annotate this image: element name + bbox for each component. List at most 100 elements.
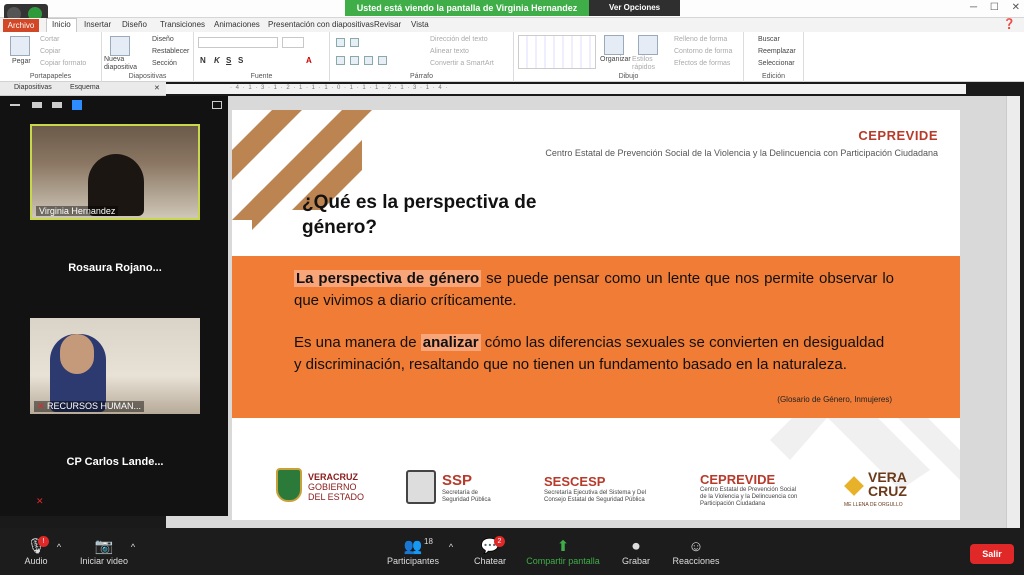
find-button[interactable]: Buscar <box>758 36 780 43</box>
underline-button[interactable]: S <box>226 56 231 65</box>
highlighted-term: La perspectiva de género <box>294 270 482 287</box>
vertical-scrollbar[interactable] <box>1006 96 1020 528</box>
logo-text: Seguridad Pública <box>442 497 491 503</box>
gallery-toolbar <box>6 100 222 114</box>
ruler-marks: · 4 · 1 · 3 · 1 · 2 · 1 · 1 · 1 · 0 · 1 … <box>230 85 449 91</box>
tab-diseno[interactable]: Diseño <box>122 20 147 29</box>
layout-button[interactable]: Diseño <box>152 36 174 43</box>
view-options-button[interactable]: Ver Opciones <box>589 0 680 16</box>
reactions-button[interactable]: ☺ Reacciones <box>668 538 724 566</box>
tab-animaciones[interactable]: Animaciones <box>214 20 260 29</box>
analysis-paragraph[interactable]: Es una manera de analizar cómo las difer… <box>294 332 894 376</box>
arrange-button[interactable]: Organizar <box>600 56 631 63</box>
replace-button[interactable]: Reemplazar <box>758 48 796 55</box>
text-direction-button[interactable]: Dirección del texto <box>430 36 488 43</box>
smartart-button[interactable]: Convertir a SmartArt <box>430 60 494 67</box>
video-button[interactable]: 📷 Iniciar video <box>76 538 132 566</box>
reactions-icon: ☺ <box>688 538 704 555</box>
tab-slides[interactable]: Diapositivas <box>14 84 52 91</box>
minimize-icon[interactable]: ─ <box>970 2 977 13</box>
screen: Usted está viendo la pantalla de Virgini… <box>0 0 1024 575</box>
logo-title: SESCESP <box>544 474 606 489</box>
chat-button[interactable]: 💬 2 Chatear <box>470 536 510 566</box>
shapes-gallery[interactable] <box>518 35 596 69</box>
align-center-icon[interactable] <box>350 56 359 65</box>
align-text-button[interactable]: Alinear texto <box>430 48 469 55</box>
exit-button[interactable]: Salir <box>970 544 1014 564</box>
format-painter-button[interactable]: Copiar formato <box>40 60 86 67</box>
window-controls: ─ ☐ ✕ <box>960 2 1020 13</box>
font-size-select[interactable] <box>282 37 304 48</box>
record-button[interactable]: ⏺ Grabar <box>616 538 656 566</box>
font-color-button[interactable]: A <box>306 56 312 65</box>
align-right-icon[interactable] <box>364 56 373 65</box>
participant-name[interactable]: CP Carlos Lande... <box>30 414 200 510</box>
section-button[interactable]: Sección <box>152 60 177 67</box>
participants-button[interactable]: 👥 18 Participantes <box>382 537 444 566</box>
shape-fill-button[interactable]: Relleno de forma <box>674 36 727 43</box>
close-icon[interactable]: ✕ <box>1012 2 1020 13</box>
logo-text: DEL ESTADO <box>308 492 365 502</box>
popout-icon[interactable] <box>212 101 222 109</box>
participant-tile[interactable]: Virginia Hernandez <box>30 124 200 220</box>
cut-button[interactable]: Cortar <box>40 36 59 43</box>
quick-styles-button[interactable]: Estilos rápidos <box>632 56 668 72</box>
tab-presentacion[interactable]: Presentación con diapositivas <box>268 20 374 29</box>
shadow-button[interactable]: S <box>238 56 243 65</box>
minimize-panel-icon[interactable] <box>10 104 20 106</box>
participant-tile[interactable]: ✕ RECURSOS HUMAN... <box>30 318 200 414</box>
logo-title: CRUZ <box>868 483 907 499</box>
gallery-view-icon[interactable] <box>72 100 82 110</box>
tab-file[interactable]: Archivo <box>3 19 39 32</box>
audio-options-caret[interactable]: ^ <box>54 542 64 552</box>
participants-options-caret[interactable]: ^ <box>446 542 456 552</box>
zoom-toolbar: 🎙 ! Audio ^ 📷 Iniciar video ^ 👥 18 Parti… <box>0 528 1024 575</box>
bullets-icon[interactable] <box>336 38 345 47</box>
select-button[interactable]: Seleccionar <box>758 60 795 67</box>
speaker-view-icon[interactable] <box>32 102 42 108</box>
paragraph-text: Es una manera de <box>294 334 421 351</box>
tab-transiciones[interactable]: Transiciones <box>160 20 205 29</box>
group-diapositivas: Nueva diapositiva Diseño Restablecer Sec… <box>102 32 194 82</box>
definition-paragraph[interactable]: La perspectiva de género se puede pensar… <box>294 268 894 312</box>
participant-name[interactable]: Rosaura Rojano... <box>30 220 200 316</box>
tab-outline[interactable]: Esquema <box>70 84 100 91</box>
ribbon: Pegar Cortar Copiar Copiar formato Porta… <box>0 32 1024 82</box>
shape-effects-button[interactable]: Efectos de formas <box>674 60 730 67</box>
slide-title[interactable]: ¿Qué es la perspectiva de género? <box>302 190 602 240</box>
copy-button[interactable]: Copiar <box>40 48 61 55</box>
logo-text: GOBIERNO <box>308 482 357 492</box>
audio-button[interactable]: 🎙 ! Audio <box>18 536 54 566</box>
tab-inicio[interactable]: Inicio <box>46 18 77 32</box>
group-label: Dibujo <box>618 73 639 80</box>
help-icon[interactable]: ❓ <box>1003 19 1015 30</box>
tab-vista[interactable]: Vista <box>411 20 429 29</box>
participant-face <box>60 334 94 374</box>
close-panel-icon[interactable]: ✕ <box>154 84 160 92</box>
maximize-icon[interactable]: ☐ <box>990 2 999 13</box>
font-name-select[interactable] <box>198 37 278 48</box>
align-left-icon[interactable] <box>336 56 345 65</box>
reset-button[interactable]: Restablecer <box>152 48 189 55</box>
tab-revisar[interactable]: Revisar <box>374 20 401 29</box>
numbering-icon[interactable] <box>350 38 359 47</box>
citation: (Glosario de Género, Inmujeres) <box>777 395 892 404</box>
shape-outline-button[interactable]: Contorno de forma <box>674 48 732 55</box>
strip-view-icon[interactable] <box>52 102 62 108</box>
participants-label: Participantes <box>386 556 440 566</box>
audio-badge: ! <box>38 536 49 547</box>
paste-icon[interactable] <box>10 36 30 56</box>
share-screen-button[interactable]: ⬆ Compartir pantalla <box>522 538 604 566</box>
paste-button[interactable]: Pegar <box>12 58 31 65</box>
group-portapapeles: Pegar Cortar Copiar Copiar formato Porta… <box>0 32 102 82</box>
tab-insertar[interactable]: Insertar <box>84 20 111 29</box>
italic-button[interactable]: K <box>214 56 220 65</box>
group-label: Edición <box>762 73 785 80</box>
arrange-icon[interactable] <box>604 35 624 55</box>
bold-button[interactable]: N <box>200 56 206 65</box>
justify-icon[interactable] <box>378 56 387 65</box>
video-options-caret[interactable]: ^ <box>128 542 138 552</box>
new-slide-icon[interactable] <box>110 36 130 56</box>
new-slide-button[interactable]: Nueva diapositiva <box>104 56 140 72</box>
quick-styles-icon[interactable] <box>638 35 658 55</box>
